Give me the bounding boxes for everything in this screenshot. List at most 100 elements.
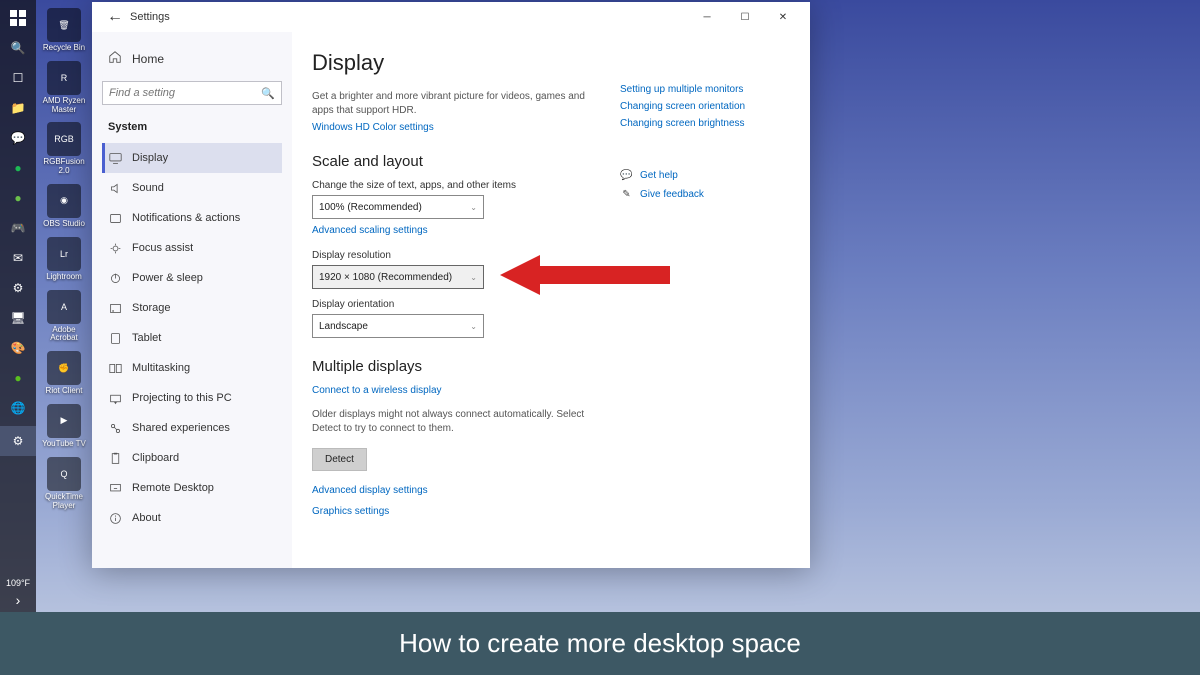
hdr-link[interactable]: Windows HD Color settings: [312, 122, 602, 133]
nav-heading-system: System: [102, 115, 282, 139]
scale-dropdown[interactable]: 100% (Recommended) ⌄: [312, 195, 484, 219]
nav-item-about[interactable]: About: [102, 503, 282, 533]
display-icon: [108, 151, 122, 165]
storage-icon: [108, 301, 122, 315]
resolution-dropdown[interactable]: 1920 × 1080 (Recommended) ⌄: [312, 265, 484, 289]
desktop-icon[interactable]: ◉OBS Studio: [40, 184, 88, 229]
wireless-display-link[interactable]: Connect to a wireless display: [312, 385, 602, 396]
resolution-value: 1920 × 1080 (Recommended): [319, 272, 452, 283]
nav-item-power-sleep[interactable]: Power & sleep: [102, 263, 282, 293]
settings-taskbar-icon[interactable]: ⚙: [0, 426, 36, 456]
taskbar-app-icon[interactable]: ●: [6, 156, 30, 180]
weather-temp[interactable]: 109°F: [0, 578, 36, 588]
titlebar: ← Settings ─ ☐ ✕: [92, 2, 810, 32]
taskbar-app-icon[interactable]: 🌐: [6, 396, 30, 420]
home-icon: [108, 50, 122, 67]
nav-label: Power & sleep: [132, 272, 203, 284]
nav-item-sound[interactable]: Sound: [102, 173, 282, 203]
taskbar-app-icon[interactable]: 🖥: [6, 306, 30, 330]
detect-description: Older displays might not always connect …: [312, 408, 602, 436]
desktop-icon[interactable]: 🗑Recycle Bin: [40, 8, 88, 53]
desktop-icon[interactable]: AAdobe Acrobat: [40, 290, 88, 344]
clipboard-icon: [108, 451, 122, 465]
advanced-scaling-link[interactable]: Advanced scaling settings: [312, 225, 602, 236]
nav-label: Clipboard: [132, 452, 179, 464]
shared-icon: [108, 421, 122, 435]
taskbar-app-icon[interactable]: ●: [6, 186, 30, 210]
desktop-icon[interactable]: ✊ Riot Client: [40, 351, 88, 396]
project-icon: [108, 391, 122, 405]
nav-label: Display: [132, 152, 168, 164]
start-button[interactable]: [6, 6, 30, 30]
sound-icon: [108, 181, 122, 195]
icon-label: YouTube TV: [42, 440, 86, 449]
settings-nav: Home 🔍 System Display Sound Notifications …: [92, 32, 292, 568]
nav-item-storage[interactable]: Storage: [102, 293, 282, 323]
detect-button[interactable]: Detect: [312, 448, 367, 471]
settings-window: ← Settings ─ ☐ ✕ Home 🔍 System Display So…: [92, 2, 810, 568]
give-feedback[interactable]: ✎ Give feedback: [620, 188, 790, 201]
related-link[interactable]: Setting up multiple monitors: [620, 84, 790, 95]
nav-item-notifications-actions[interactable]: Notifications & actions: [102, 203, 282, 233]
nav-item-focus-assist[interactable]: Focus assist: [102, 233, 282, 263]
search-input[interactable]: [109, 87, 261, 99]
app-icon: ✊: [47, 351, 81, 385]
orientation-dropdown[interactable]: Landscape ⌄: [312, 314, 484, 338]
nav-item-shared-experiences[interactable]: Shared experiences: [102, 413, 282, 443]
nav-label: Focus assist: [132, 242, 193, 254]
multi-icon: [108, 361, 122, 375]
taskbar-app-icon[interactable]: ✉: [6, 246, 30, 270]
feedback-icon: ✎: [620, 188, 633, 201]
nav-label: Notifications & actions: [132, 212, 240, 224]
search-box[interactable]: 🔍: [102, 81, 282, 105]
taskbar-app-icon[interactable]: ●: [6, 366, 30, 390]
nav-item-tablet[interactable]: Tablet: [102, 323, 282, 353]
task-view-icon[interactable]: ☐: [6, 66, 30, 90]
taskbar-app-icon[interactable]: 🎮: [6, 216, 30, 240]
tablet-icon: [108, 331, 122, 345]
nav-label: Tablet: [132, 332, 161, 344]
desktop-icon[interactable]: RGBRGBFusion 2.0: [40, 122, 88, 176]
back-button[interactable]: ←: [100, 8, 130, 26]
nav-item-display[interactable]: Display: [102, 143, 282, 173]
desktop-icon[interactable]: ▶YouTube TV: [40, 404, 88, 449]
nav-label: Shared experiences: [132, 422, 230, 434]
taskbar-app-icon[interactable]: 🎨: [6, 336, 30, 360]
get-help[interactable]: 💬 Get help: [620, 169, 790, 182]
icon-label: QuickTime Player: [40, 493, 88, 511]
app-icon: Lr: [47, 237, 81, 271]
nav-item-remote-desktop[interactable]: Remote Desktop: [102, 473, 282, 503]
nav-home[interactable]: Home: [102, 42, 282, 75]
desktop-icon[interactable]: R AMD Ryzen Master: [40, 61, 88, 115]
desktop-icon[interactable]: Q QuickTime Player: [40, 457, 88, 511]
get-help-label: Get help: [640, 170, 678, 181]
nav-home-label: Home: [132, 52, 164, 66]
taskbar-chevron-icon[interactable]: ›: [0, 592, 36, 608]
nav-item-multitasking[interactable]: Multitasking: [102, 353, 282, 383]
close-button[interactable]: ✕: [764, 3, 802, 31]
related-link[interactable]: Changing screen orientation: [620, 101, 790, 112]
app-icon: A: [47, 290, 81, 324]
taskbar-app-icon[interactable]: 💬: [6, 126, 30, 150]
taskbar-app-icon[interactable]: ⚙: [6, 276, 30, 300]
graphics-settings-link[interactable]: Graphics settings: [312, 506, 602, 517]
caption-bar: How to create more desktop space: [0, 612, 1200, 675]
icon-label: AMD Ryzen Master: [40, 97, 88, 115]
related-link[interactable]: Changing screen brightness: [620, 118, 790, 129]
app-icon: Q: [47, 457, 81, 491]
icon-label: Recycle Bin: [43, 44, 85, 53]
advanced-display-link[interactable]: Advanced display settings: [312, 485, 602, 496]
chevron-down-icon: ⌄: [470, 203, 477, 212]
search-icon[interactable]: 🔍: [6, 36, 30, 60]
taskbar-app-icon[interactable]: 📁: [6, 96, 30, 120]
give-feedback-label: Give feedback: [640, 189, 704, 200]
icon-label: Riot Client: [46, 387, 83, 396]
app-icon: R: [47, 61, 81, 95]
desktop-icons: 🗑Recycle Bin R AMD Ryzen Master RGBRGBFusio…: [40, 8, 88, 510]
desktop-icon[interactable]: LrLightroom: [40, 237, 88, 282]
maximize-button[interactable]: ☐: [726, 3, 764, 31]
nav-item-projecting-to-this-pc[interactable]: Projecting to this PC: [102, 383, 282, 413]
nav-item-clipboard[interactable]: Clipboard: [102, 443, 282, 473]
window-title: Settings: [130, 11, 170, 23]
minimize-button[interactable]: ─: [688, 3, 726, 31]
